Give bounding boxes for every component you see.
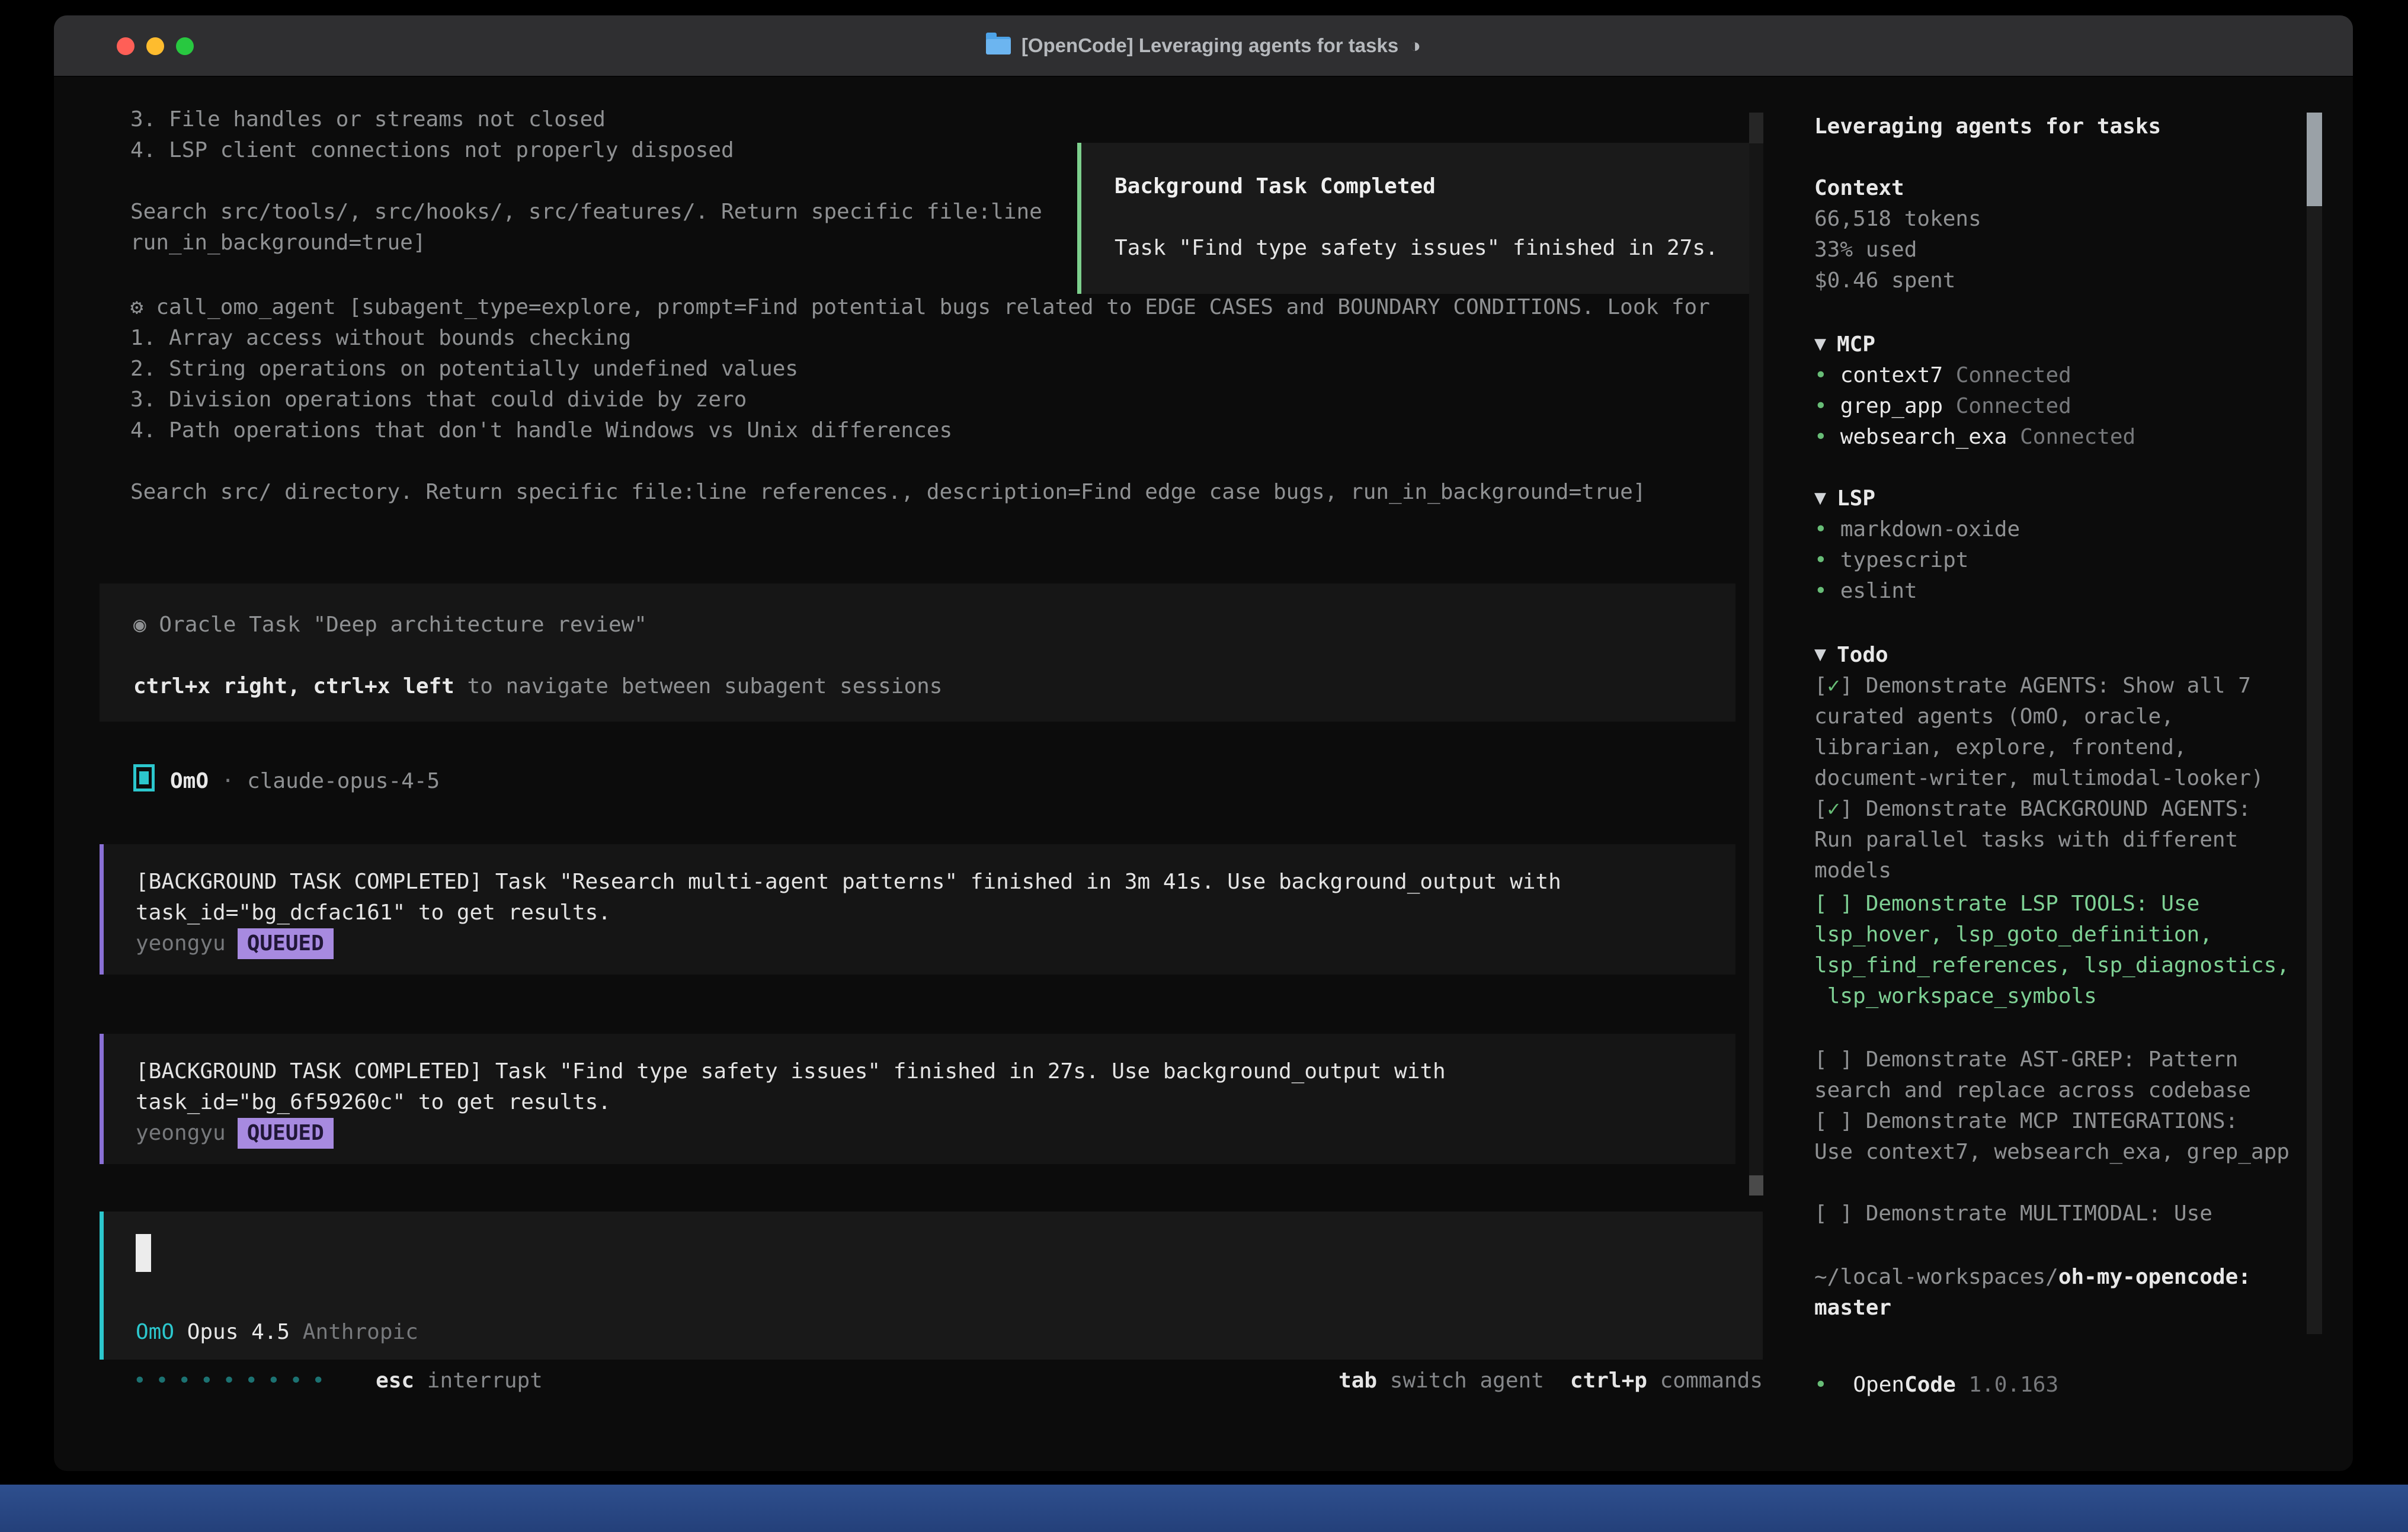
context-tokens: 66,518 tokens [1814,204,2294,235]
minimize-button[interactable] [146,37,164,55]
task-user: yeongyu [136,1121,226,1145]
sidebar-context-section: Context 66,518 tokens 33% used $0.46 spe… [1814,173,2294,296]
context-used: 33% used [1814,235,2294,265]
status-dot-icon: • [1814,548,1827,572]
agent-name: OmO [170,769,209,793]
task-box-type-safety: [BACKGROUND TASK COMPLETED] Task "Find t… [100,1034,1735,1164]
sidebar-scrollbar-thumb[interactable] [2307,113,2322,206]
statusbar-left: •••••••••esc interrupt [133,1366,543,1396]
input-model-row: OmO Opus 4.5 Anthropic [136,1317,418,1348]
desktop-wallpaper-band [0,1485,2408,1532]
todo-heading-row[interactable]: ▼Todo [1814,639,2295,671]
chat-scrollbar-thumb-top[interactable] [1749,113,1763,143]
input-provider-name: Anthropic [303,1320,418,1344]
context-spent: $0.46 spent [1814,265,2294,296]
notification-title: Background Task Completed [1115,171,1721,202]
task-box-meta: yeongyu QUEUED [136,1118,1712,1149]
task-box-text: [BACKGROUND TASK COMPLETED] Task "Resear… [136,867,1712,928]
version-number: 1.0.163 [1956,1373,2058,1397]
agent-model: claude-opus-4-5 [247,769,440,793]
notification-body: Task "Find type safety issues" finished … [1115,233,1721,264]
prompt-input[interactable]: OmO Opus 4.5 Anthropic [100,1212,1763,1360]
sidebar-session-title: Leveraging agents for tasks [1814,111,2161,142]
task-box-text: [BACKGROUND TASK COMPLETED] Task "Find t… [136,1056,1712,1118]
tool-call-output: ⚙ call_omo_agent [subagent_type=explore,… [130,292,1742,508]
check-icon [1827,1047,1840,1072]
agent-header: OmO · claude-opus-4-5 [133,764,440,797]
mcp-item: •context7 Connected [1814,360,2294,391]
todo-item-lsp-tools: [ ] Demonstrate LSP TOOLS: Use lsp_hover… [1814,889,2295,1012]
workspace-path: ~/local-workspaces/oh-my-opencode: maste… [1814,1262,2294,1323]
input-agent-name: OmO [136,1320,174,1344]
close-button[interactable] [117,37,135,55]
task-user: yeongyu [136,931,226,956]
check-icon: ✓ [1827,674,1840,698]
input-model-name: Opus 4.5 [174,1320,303,1344]
chevron-down-icon: ▼ [1814,646,1826,664]
git-branch: master [1814,1296,1891,1320]
lsp-item: •typescript [1814,545,2294,576]
chevron-down-icon: ▼ [1814,335,1826,353]
traffic-lights [117,37,194,55]
todo-item-multimodal: [ ] Demonstrate MULTIMODAL: Use [1814,1198,2295,1229]
oracle-task-hint: ctrl+x right, ctrl+x left to navigate be… [133,671,1712,702]
sidebar-todo-section: ▼Todo [✓] Demonstrate AGENTS: Show all 7… [1814,639,2295,1229]
status-dot-icon: • [1814,1373,1827,1397]
status-badge: QUEUED [238,1118,334,1149]
task-box-meta: yeongyu QUEUED [136,928,1712,959]
sidebar-mcp-section: ▼MCP •context7 Connected •grep_app Conne… [1814,329,2294,453]
folder-icon [986,37,1011,55]
lsp-item: •eslint [1814,576,2294,607]
sidebar-lsp-section: ▼LSP •markdown-oxide •typescript •eslint [1814,483,2294,607]
terminal-window: [OpenCode] Leveraging agents for tasks ◑… [54,15,2353,1471]
mcp-item: •websearch_exa Connected [1814,422,2294,453]
session-state-icon: ◑ [1409,34,1421,57]
lsp-item: •markdown-oxide [1814,514,2294,545]
tab-key-hint: tab [1339,1368,1377,1393]
version-row: • OpenCode 1.0.163 [1814,1370,2058,1400]
titlebar: [OpenCode] Leveraging agents for tasks ◑ [54,15,2353,77]
record-icon: ◉ [133,613,146,637]
todo-item-background-agents: [✓] Demonstrate BACKGROUND AGENTS: Run p… [1814,794,2295,886]
check-icon [1827,1109,1840,1133]
status-dot-icon: • [1814,394,1827,418]
status-dot-icon: • [1814,579,1827,603]
window-title: [OpenCode] Leveraging agents for tasks [1022,34,1398,57]
chevron-down-icon: ▼ [1814,489,1826,507]
status-dot-icon: • [1814,363,1827,387]
agent-icon [133,764,155,791]
todo-item-ast-grep: [ ] Demonstrate AST-GREP: Pattern search… [1814,1044,2295,1106]
text-cursor [136,1234,151,1272]
sidebar-scrollbar[interactable] [2307,113,2322,1334]
context-heading: Context [1814,173,2294,204]
check-icon [1827,892,1840,916]
spinner-dots: ••••••••• [133,1368,334,1393]
oracle-task-panel: ◉ Oracle Task "Deep architecture review"… [100,584,1735,722]
todo-item-agents: [✓] Demonstrate AGENTS: Show all 7 curat… [1814,671,2295,794]
task-box-research: [BACKGROUND TASK COMPLETED] Task "Resear… [100,844,1735,975]
lsp-heading-row[interactable]: ▼LSP [1814,483,2294,514]
statusbar-right: tab switch agentctrl+p commands [1339,1366,1763,1396]
zoom-button[interactable] [176,37,194,55]
check-icon [1827,1201,1840,1226]
esc-key-hint: esc [376,1368,414,1393]
mcp-item: •grep_app Connected [1814,391,2294,422]
status-badge: QUEUED [238,928,334,959]
ctrlp-key-hint: ctrl+p [1570,1368,1647,1393]
status-dot-icon: • [1814,425,1827,449]
todo-item-mcp-integrations: [ ] Demonstrate MCP INTEGRATIONS: Use co… [1814,1106,2295,1168]
background-task-notification: Background Task Completed Task "Find typ… [1077,143,1759,294]
check-icon: ✓ [1827,797,1840,821]
shortcut-keys: ctrl+x right, ctrl+x left [133,674,454,698]
chat-scrollbar[interactable] [1749,113,1763,1196]
chat-scrollbar-thumb[interactable] [1749,1175,1763,1196]
oracle-task-title: ◉ Oracle Task "Deep architecture review" [133,610,1712,640]
status-dot-icon: • [1814,517,1827,541]
mcp-heading-row[interactable]: ▼MCP [1814,329,2294,360]
